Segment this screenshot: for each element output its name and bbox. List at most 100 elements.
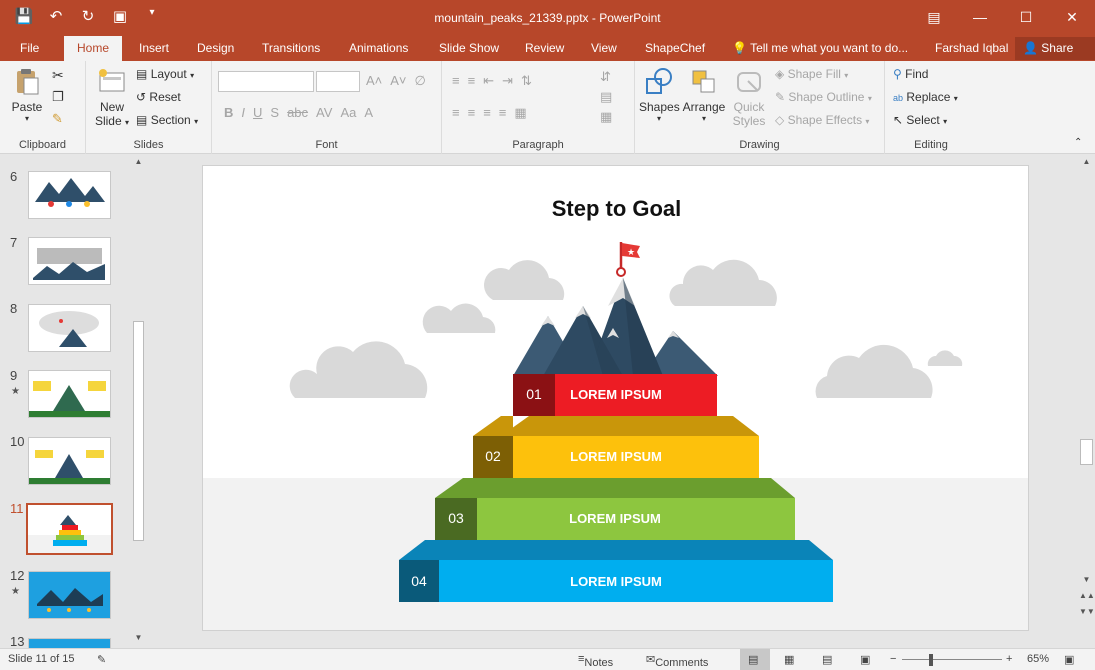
tab-insert[interactable]: Insert bbox=[139, 41, 169, 55]
slide-thumbnail-13[interactable] bbox=[28, 638, 111, 648]
thumbnail-scrollbar[interactable]: ▲ ▼ bbox=[131, 155, 146, 648]
step-2-label[interactable]: LOREM IPSUM bbox=[513, 449, 719, 464]
next-slide-icon[interactable]: ▼▼ bbox=[1079, 607, 1095, 616]
change-case-icon[interactable]: Aa bbox=[340, 105, 356, 120]
tab-shapechef[interactable]: ShapeChef bbox=[645, 41, 705, 55]
copy-icon[interactable]: ❐ bbox=[52, 89, 64, 105]
font-size-combo[interactable] bbox=[316, 71, 360, 92]
zoom-level[interactable]: 65% bbox=[1027, 653, 1049, 665]
step-2[interactable] bbox=[473, 416, 759, 478]
shadow-icon[interactable]: S bbox=[270, 105, 279, 120]
section-button[interactable]: ▤ Section ▾ bbox=[136, 113, 198, 127]
slide-thumbnail-7[interactable] bbox=[28, 237, 111, 285]
slide-thumbnail-10[interactable] bbox=[28, 437, 111, 485]
current-slide[interactable]: ★ Step to Goal 01 LOREM IPSUM 02 LOREM I… bbox=[202, 165, 1029, 631]
close-button[interactable]: ✕ bbox=[1049, 0, 1095, 34]
shape-fill-button[interactable]: ◈ Shape Fill ▾ bbox=[775, 67, 848, 81]
zoom-in-icon[interactable]: + bbox=[1006, 653, 1012, 665]
step-3[interactable] bbox=[435, 478, 795, 540]
tell-me-search[interactable]: 💡 Tell me what you want to do... bbox=[732, 41, 908, 55]
new-slide-button[interactable]: New Slide ▾ bbox=[94, 67, 130, 128]
shape-effects-button[interactable]: ◇ Shape Effects ▾ bbox=[775, 113, 869, 127]
underline-icon[interactable]: U bbox=[253, 105, 262, 120]
ribbon-display-options-icon[interactable]: ▤ bbox=[911, 0, 957, 34]
arrange-button[interactable]: Arrange ▾ bbox=[681, 67, 727, 123]
zoom-out-icon[interactable]: − bbox=[890, 653, 896, 665]
step-4-label[interactable]: LOREM IPSUM bbox=[439, 574, 793, 589]
align-right-icon[interactable]: ≡ bbox=[483, 105, 491, 121]
collapse-ribbon-icon[interactable]: ⌃ bbox=[1074, 137, 1082, 148]
share-button[interactable]: 👤 Share bbox=[1015, 37, 1095, 60]
step-3-label[interactable]: LOREM IPSUM bbox=[477, 511, 753, 526]
scroll-down-icon[interactable]: ▼ bbox=[131, 633, 146, 642]
decrease-indent-icon[interactable]: ⇤ bbox=[483, 73, 494, 89]
strikethrough-icon[interactable]: abc bbox=[287, 105, 308, 120]
numbering-icon[interactable]: ≡ bbox=[468, 73, 476, 89]
tab-file[interactable]: File bbox=[20, 41, 39, 55]
increase-indent-icon[interactable]: ⇥ bbox=[502, 73, 513, 89]
step-4[interactable] bbox=[399, 540, 833, 602]
slide-title[interactable]: Step to Goal bbox=[203, 196, 1028, 222]
scroll-up-icon[interactable]: ▲ bbox=[1079, 157, 1094, 166]
cut-icon[interactable]: ✂ bbox=[52, 67, 64, 84]
align-left-icon[interactable]: ≡ bbox=[452, 105, 460, 121]
slide-sorter-icon[interactable]: ▦ bbox=[784, 653, 794, 666]
font-color-icon[interactable]: A bbox=[364, 105, 373, 120]
reset-button[interactable]: ↺ Reset bbox=[136, 90, 181, 104]
shape-outline-button[interactable]: ✎ Shape Outline ▾ bbox=[775, 90, 872, 104]
thumbnail-scrollbar-thumb[interactable] bbox=[133, 321, 144, 541]
paste-button[interactable]: Paste ▾ bbox=[10, 67, 44, 123]
text-direction-icon[interactable]: ⇵ bbox=[600, 69, 612, 85]
slide-thumbnail-11[interactable] bbox=[26, 503, 113, 555]
comments-button[interactable]: ✉ Comments bbox=[646, 653, 708, 669]
notes-button[interactable]: ≡ Notes bbox=[578, 653, 613, 669]
format-painter-icon[interactable]: ✎ bbox=[52, 111, 63, 127]
user-name[interactable]: Farshad Iqbal bbox=[935, 41, 1008, 55]
decrease-font-size-icon[interactable]: A˅ bbox=[390, 73, 406, 89]
maximize-button[interactable]: ☐ bbox=[1003, 0, 1049, 34]
line-spacing-icon[interactable]: ⇅ bbox=[521, 73, 532, 89]
tab-transitions[interactable]: Transitions bbox=[262, 41, 320, 55]
tab-design[interactable]: Design bbox=[197, 41, 234, 55]
slide-thumbnail-8[interactable] bbox=[28, 304, 111, 352]
character-spacing-icon[interactable]: AV bbox=[316, 105, 332, 120]
step-1-label[interactable]: LOREM IPSUM bbox=[555, 387, 677, 402]
tab-view[interactable]: View bbox=[591, 41, 617, 55]
scroll-up-icon[interactable]: ▲ bbox=[131, 157, 146, 166]
slide-thumbnail-6[interactable] bbox=[28, 171, 111, 219]
tab-review[interactable]: Review bbox=[525, 41, 564, 55]
slide-thumbnail-9[interactable] bbox=[28, 370, 111, 418]
zoom-slider-thumb[interactable] bbox=[929, 654, 933, 666]
minimize-button[interactable]: — bbox=[957, 0, 1003, 34]
replace-button[interactable]: ab Replace ▾ bbox=[893, 90, 958, 104]
find-button[interactable]: ⚲ Find bbox=[893, 67, 928, 81]
bullets-icon[interactable]: ≡ bbox=[452, 73, 460, 89]
increase-font-size-icon[interactable]: A˄ bbox=[366, 73, 382, 89]
quick-styles-button[interactable]: Quick Styles bbox=[729, 67, 769, 128]
italic-icon[interactable]: I bbox=[241, 105, 245, 120]
reading-view-icon[interactable]: ▤ bbox=[822, 653, 832, 666]
slideshow-view-icon[interactable]: ▣ bbox=[860, 653, 870, 666]
scroll-down-icon[interactable]: ▼ bbox=[1079, 575, 1094, 584]
bold-icon[interactable]: B bbox=[224, 105, 233, 120]
align-center-icon[interactable]: ≡ bbox=[468, 105, 476, 121]
shapes-button[interactable]: Shapes ▾ bbox=[639, 67, 680, 123]
spell-check-icon[interactable]: ✎ bbox=[97, 653, 106, 666]
justify-icon[interactable]: ≡ bbox=[499, 105, 507, 121]
clear-formatting-icon[interactable]: ∅ bbox=[415, 73, 426, 89]
font-name-combo[interactable] bbox=[218, 71, 314, 92]
tab-home[interactable]: Home bbox=[64, 36, 123, 61]
zoom-slider[interactable] bbox=[902, 659, 1002, 660]
fit-to-window-icon[interactable]: ▣ bbox=[1064, 653, 1074, 666]
align-text-icon[interactable]: ▤ bbox=[600, 89, 612, 105]
slide-scrollbar-thumb[interactable] bbox=[1080, 439, 1093, 465]
layout-button[interactable]: ▤ Layout ▾ bbox=[136, 67, 194, 81]
previous-slide-icon[interactable]: ▲▲ bbox=[1079, 591, 1095, 600]
select-button[interactable]: ↖ Select ▾ bbox=[893, 113, 947, 127]
slide-thumbnail-12[interactable] bbox=[28, 571, 111, 619]
columns-icon[interactable]: ▦ bbox=[514, 105, 526, 121]
tab-slide-show[interactable]: Slide Show bbox=[439, 41, 499, 55]
smartart-icon[interactable]: ▦ bbox=[600, 109, 612, 125]
tab-animations[interactable]: Animations bbox=[349, 41, 408, 55]
slide-scrollbar[interactable]: ▲ ▼ ▲▲ ▼▼ bbox=[1078, 155, 1095, 648]
